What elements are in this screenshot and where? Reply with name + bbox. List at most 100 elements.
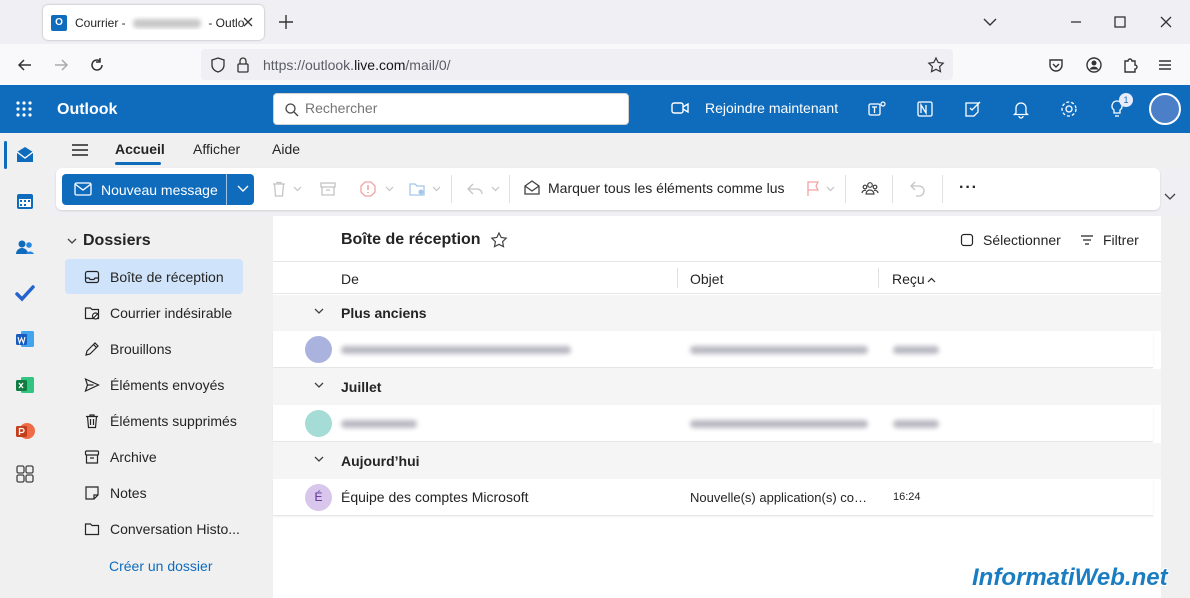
lock-icon[interactable] [235, 56, 251, 74]
folder-drafts[interactable]: Brouillons [65, 331, 243, 366]
settings-gear-icon[interactable] [1059, 99, 1079, 119]
move-to-folder-icon[interactable] [408, 180, 426, 198]
archive-icon[interactable] [319, 180, 337, 198]
group-today[interactable]: Aujourd’hui [273, 443, 1161, 479]
tab-title: Courrier - - Outlook [75, 15, 245, 30]
checkbox-icon [960, 233, 974, 247]
tab-accueil[interactable]: Accueil [115, 141, 165, 157]
folder-sent[interactable]: Éléments envoyés [65, 367, 243, 402]
forward-icon[interactable] [51, 55, 71, 75]
folder-icon [84, 522, 100, 535]
message-row[interactable] [273, 331, 1153, 368]
more-apps-icon[interactable] [14, 463, 36, 485]
brand-title[interactable]: Outlook [57, 101, 117, 119]
more-options-button[interactable]: ··· [959, 179, 978, 197]
onenote-icon[interactable] [915, 99, 935, 119]
expand-ribbon-chevron-icon[interactable] [1164, 193, 1176, 201]
url-bar[interactable]: https://outlook.live.com/mail/0/ [201, 49, 953, 80]
mail-app-icon[interactable] [14, 144, 36, 166]
back-icon[interactable] [15, 55, 35, 75]
folders-heading[interactable]: Dossiers [67, 232, 151, 250]
mark-all-read-button[interactable]: Marquer tous les éléments comme lus [524, 180, 785, 196]
powerpoint-app-icon[interactable] [14, 420, 36, 442]
undo-icon[interactable] [909, 180, 927, 198]
delete-icon[interactable] [270, 180, 288, 198]
message-time: 16:24 [893, 491, 921, 503]
bookmark-star-icon[interactable] [927, 56, 945, 74]
create-folder-link[interactable]: Créer un dossier [109, 558, 213, 574]
group-label: Aujourd’hui [341, 453, 420, 469]
folder-archive[interactable]: Archive [65, 439, 243, 474]
people-app-icon[interactable] [14, 236, 36, 258]
excel-app-icon[interactable] [14, 374, 36, 396]
folder-label: Brouillons [110, 340, 172, 357]
chevron-down-icon [67, 238, 77, 244]
envelope-icon [74, 182, 92, 196]
new-message-button[interactable]: Nouveau message [62, 174, 254, 205]
flag-icon[interactable] [804, 180, 822, 198]
delete-chevron-icon[interactable] [293, 186, 302, 192]
to-do-app-icon[interactable] [14, 282, 36, 304]
group-label: Juillet [341, 379, 382, 395]
join-now-button[interactable]: Rejoindre maintenant [671, 100, 838, 116]
reload-icon[interactable] [87, 55, 107, 75]
favorite-star-icon[interactable] [490, 231, 508, 249]
minimize-icon[interactable] [1066, 12, 1086, 32]
report-chevron-icon[interactable] [385, 186, 394, 192]
reply-icon[interactable] [466, 180, 484, 198]
extensions-icon[interactable] [1120, 55, 1140, 75]
teams-icon[interactable] [867, 99, 887, 119]
tab-aide[interactable]: Aide [272, 141, 300, 157]
app-launcher-icon[interactable] [14, 99, 34, 119]
message-subject: Nouvelle(s) application(s) connectée(s) [690, 490, 872, 505]
column-received[interactable]: Reçu [892, 271, 936, 287]
list-title: Boîte de réception [341, 231, 508, 249]
folder-deleted[interactable]: Éléments supprimés [65, 403, 243, 438]
search-input[interactable] [305, 100, 605, 116]
chevron-down-icon [314, 382, 324, 388]
move-chevron-icon[interactable] [432, 186, 441, 192]
folder-notes[interactable]: Notes [65, 475, 243, 510]
archive-icon [84, 449, 100, 464]
filter-button[interactable]: Filtrer [1080, 232, 1139, 248]
to-do-note-icon[interactable] [963, 99, 983, 119]
search-box[interactable] [273, 93, 629, 125]
groups-icon[interactable] [861, 180, 879, 198]
account-icon[interactable] [1084, 55, 1104, 75]
hamburger-icon[interactable] [71, 143, 89, 157]
menu-icon[interactable] [1155, 55, 1175, 75]
account-avatar[interactable] [1149, 93, 1181, 125]
message-row[interactable]: É Équipe des comptes Microsoft Nouvelle(… [273, 479, 1153, 516]
select-button[interactable]: Sélectionner [960, 232, 1061, 248]
folder-junk[interactable]: Courrier indésirable [65, 295, 243, 330]
calendar-app-icon[interactable] [14, 190, 36, 212]
folder-conversation-history[interactable]: Conversation Histo... [65, 511, 243, 546]
word-app-icon[interactable] [14, 328, 36, 350]
inbox-icon [84, 270, 100, 283]
shield-icon[interactable] [209, 56, 227, 74]
flag-chevron-icon[interactable] [826, 186, 835, 192]
chevron-down-icon[interactable] [237, 185, 249, 193]
close-window-icon[interactable] [1156, 12, 1176, 32]
pocket-icon[interactable] [1046, 55, 1066, 75]
column-subject[interactable]: Objet [690, 271, 723, 287]
group-older[interactable]: Plus anciens [273, 295, 1161, 331]
folders-heading-label: Dossiers [83, 232, 151, 249]
new-tab-icon[interactable] [276, 12, 296, 32]
folder-inbox[interactable]: Boîte de réception [65, 259, 243, 294]
group-july[interactable]: Juillet [273, 369, 1161, 405]
notifications-bell-icon[interactable] [1011, 99, 1031, 119]
maximize-icon[interactable] [1110, 12, 1130, 32]
reply-chevron-icon[interactable] [491, 186, 500, 192]
tab-afficher[interactable]: Afficher [193, 141, 240, 157]
column-from[interactable]: De [341, 271, 359, 287]
list-all-tabs-icon[interactable] [980, 12, 1000, 32]
outlook-favicon-icon: O [51, 14, 67, 31]
browser-tab[interactable]: O Courrier - - Outlook [43, 5, 264, 40]
scrollbar[interactable] [1161, 216, 1190, 598]
select-label: Sélectionner [983, 232, 1061, 248]
close-tab-icon[interactable] [240, 14, 256, 30]
report-icon[interactable] [359, 180, 377, 198]
message-row[interactable] [273, 405, 1153, 442]
toolbar-separator [451, 175, 452, 203]
